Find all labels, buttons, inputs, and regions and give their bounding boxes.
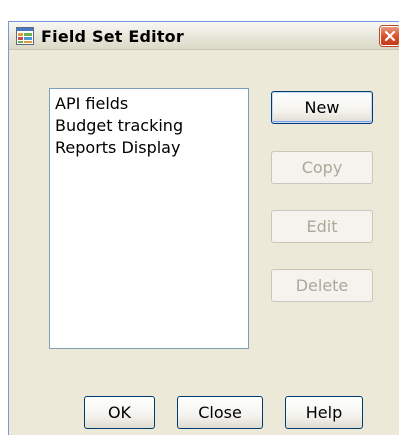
ok-button[interactable]: OK: [84, 396, 155, 429]
field-set-editor-dialog: Field Set Editor API fields Budget track…: [8, 21, 399, 435]
edit-button[interactable]: Edit: [271, 210, 373, 243]
close-window-button[interactable]: [380, 26, 399, 46]
new-button[interactable]: New: [271, 91, 373, 124]
title-bar[interactable]: Field Set Editor: [9, 22, 399, 50]
list-item[interactable]: Budget tracking: [50, 115, 248, 137]
list-item[interactable]: API fields: [50, 93, 248, 115]
page: Field Set Editor API fields Budget track…: [0, 0, 399, 435]
field-set-editor-icon: [16, 27, 34, 45]
window-title: Field Set Editor: [41, 27, 184, 46]
close-button[interactable]: Close: [177, 396, 263, 429]
copy-button[interactable]: Copy: [271, 151, 373, 184]
list-item[interactable]: Reports Display: [50, 137, 248, 159]
help-button[interactable]: Help: [285, 396, 363, 429]
delete-button[interactable]: Delete: [271, 269, 373, 302]
field-set-list[interactable]: API fields Budget tracking Reports Displ…: [49, 88, 249, 349]
